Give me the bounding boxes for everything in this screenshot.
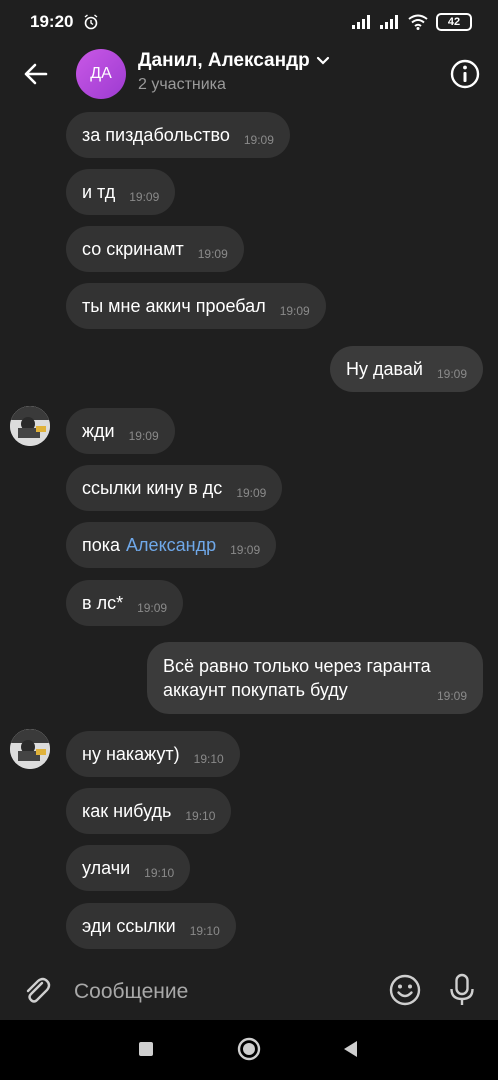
message-time: 19:09	[279, 304, 310, 318]
emoji-button[interactable]	[388, 973, 422, 1007]
smiley-icon	[389, 974, 421, 1006]
message-text: как нибудь	[82, 800, 172, 821]
message-time: 19:09	[129, 190, 160, 204]
message-time: 19:10	[189, 924, 220, 938]
message-bubble-outgoing[interactable]: Ну давай 19:09	[330, 346, 483, 392]
message-time: 19:09	[243, 133, 274, 147]
message-bubble[interactable]: эди ссылки 19:10	[66, 903, 236, 949]
sender-avatar[interactable]	[10, 406, 50, 446]
status-bar: 19:20 42	[0, 0, 498, 44]
message-text-line: Всё равно только через гаранта	[163, 656, 431, 676]
message-text: в лс*	[82, 592, 124, 613]
message-text: жди	[82, 420, 115, 441]
paperclip-icon	[26, 977, 51, 1003]
info-icon	[450, 59, 480, 89]
message-time: 19:09	[197, 247, 228, 261]
message-time: 19:09	[137, 601, 168, 615]
message-time: 19:09	[230, 543, 261, 557]
alarm-icon	[85, 14, 98, 30]
message-bubble[interactable]: ты мне аккич проебал 19:09	[66, 283, 326, 329]
microphone-button[interactable]	[446, 972, 478, 1008]
arrow-left-icon	[24, 63, 48, 85]
message-bubble[interactable]: жди 19:09	[66, 408, 175, 454]
message-time: 19:09	[128, 429, 159, 443]
chat-avatar[interactable]: ДА	[76, 49, 126, 99]
chat-title-block[interactable]: Данил, Александр 2 участника	[138, 50, 330, 94]
chat-header: ДА Данил, Александр 2 участника	[0, 44, 498, 106]
message-bubble[interactable]: за пиздабольство 19:09	[66, 112, 290, 158]
message-time: 19:09	[436, 367, 467, 381]
microphone-icon	[450, 973, 474, 1005]
message-text: за пиздабольство	[82, 124, 230, 145]
battery-indicator: 42	[436, 13, 472, 31]
message-text: со скринамт	[82, 238, 184, 259]
message-text: Ну давай	[346, 358, 423, 379]
message-text: пока	[82, 534, 121, 555]
message-composer	[0, 960, 498, 1020]
message-bubble[interactable]: улачи 19:10	[66, 845, 191, 891]
message-time: 19:10	[144, 866, 175, 880]
message-text: улачи	[82, 857, 131, 878]
message-input[interactable]	[72, 974, 366, 1010]
wifi-icon	[408, 14, 428, 30]
recent-apps-button[interactable]	[139, 1042, 153, 1056]
message-text: ссылки кину в дс	[82, 477, 223, 498]
message-time: 19:10	[185, 809, 216, 823]
message-bubble[interactable]: пока Александр 19:09	[66, 522, 277, 568]
message-bubble[interactable]: и тд 19:09	[66, 169, 176, 215]
info-button[interactable]	[449, 58, 481, 90]
chat-subtitle: 2 участника	[138, 76, 226, 93]
message-text: эди ссылки	[82, 915, 176, 936]
signal-icon	[352, 15, 370, 29]
mention-link[interactable]: Александр	[126, 535, 216, 556]
message-text: и тд	[82, 181, 116, 202]
signal-icon	[380, 15, 398, 29]
message-bubble[interactable]: со скринамт 19:09	[66, 226, 244, 272]
chevron-down-icon	[316, 56, 329, 65]
system-back-button[interactable]	[342, 1040, 358, 1058]
message-bubble[interactable]: ссылки кину в дс 19:09	[66, 465, 283, 511]
message-time: 19:09	[236, 486, 267, 500]
attach-button[interactable]	[20, 974, 54, 1008]
avatar-image	[10, 406, 50, 446]
sender-avatar[interactable]	[10, 729, 50, 769]
message-text-line: аккаунт покупать буду	[163, 680, 348, 700]
avatar-image	[10, 729, 50, 769]
message-bubble[interactable]: ну накажут) 19:10	[66, 731, 240, 777]
status-time: 19:20	[30, 12, 74, 31]
avatar-initials: ДА	[90, 65, 112, 82]
message-time: 19:10	[193, 752, 224, 766]
message-text: ну накажут)	[82, 743, 180, 764]
message-bubble-outgoing[interactable]: Всё равно только через гаранта аккаунт п…	[147, 642, 483, 714]
message-bubble[interactable]: как нибудь 19:10	[66, 788, 232, 834]
back-button[interactable]	[20, 58, 52, 90]
message-bubble[interactable]: в лс* 19:09	[66, 580, 184, 626]
message-text: ты мне аккич проебал	[82, 295, 266, 316]
home-circle-icon	[237, 1037, 261, 1061]
system-nav-bar	[0, 1020, 498, 1080]
chat-title: Данил, Александр	[138, 50, 310, 71]
home-button[interactable]	[237, 1037, 261, 1061]
triangle-back-icon	[344, 1041, 357, 1057]
message-time: 19:09	[436, 689, 467, 703]
